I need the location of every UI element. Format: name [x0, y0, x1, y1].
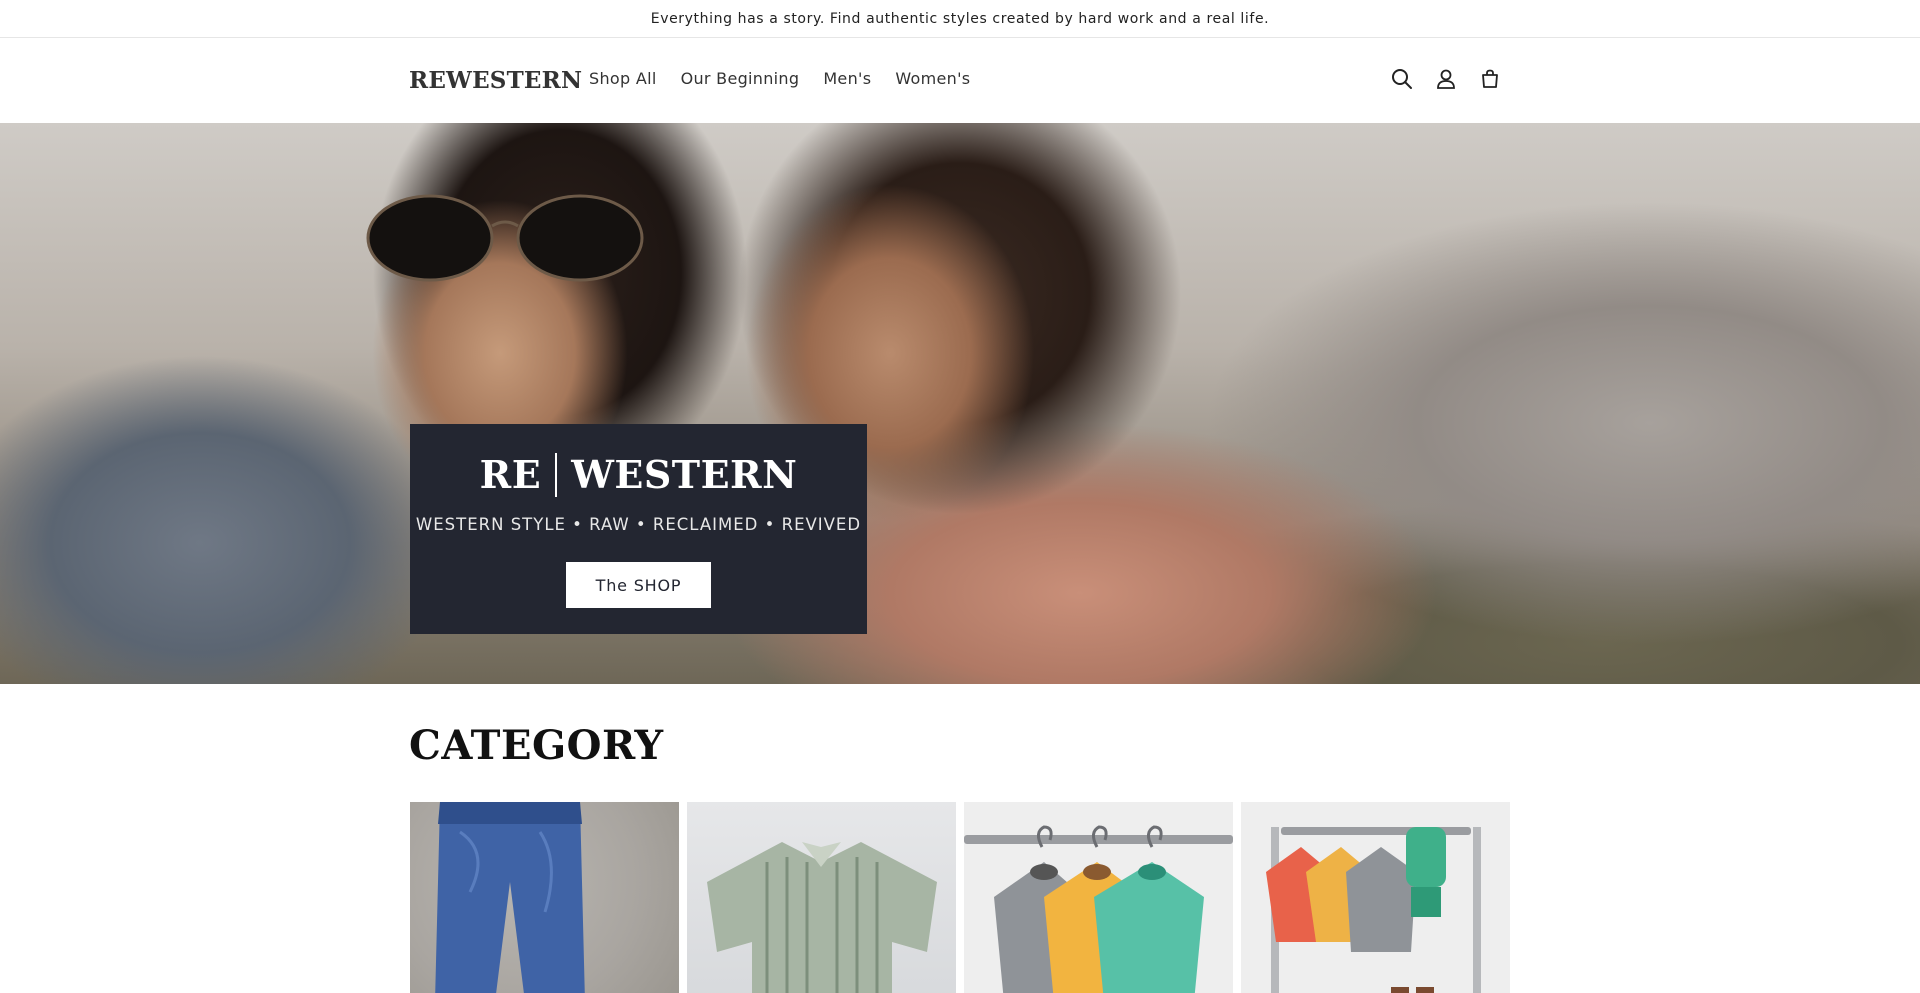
category-heading: CATEGORY — [409, 722, 664, 769]
account-icon[interactable] — [1434, 67, 1458, 91]
category-cards — [410, 802, 1510, 993]
hero-title-right: WESTERN — [571, 452, 798, 497]
hero-title: RE WESTERN — [410, 452, 867, 497]
announcement-bar: Everything has a story. Find authentic s… — [0, 0, 1920, 38]
category-card-sweaters[interactable] — [964, 802, 1233, 993]
announcement-text: Everything has a story. Find authentic s… — [650, 10, 1270, 27]
main-nav: Shop All Our Beginning Men's Women's — [577, 69, 982, 88]
hero-title-divider — [555, 452, 558, 497]
nav-womens[interactable]: Women's — [883, 69, 982, 88]
nav-mens[interactable]: Men's — [811, 69, 883, 88]
search-icon[interactable] — [1390, 67, 1414, 91]
hanging-sweaters-illustration — [964, 825, 1233, 993]
hero-text-box: RE WESTERN WESTERN STYLE • RAW • RECLAIM… — [410, 424, 867, 634]
site-header: REWESTERN Shop All Our Beginning Men's W… — [0, 39, 1920, 123]
category-card-denim[interactable] — [410, 802, 679, 993]
striped-shirt-image — [707, 842, 937, 993]
hero-banner: RE WESTERN WESTERN STYLE • RAW • RECLAIM… — [0, 123, 1920, 684]
site-logo[interactable]: REWESTERN — [409, 67, 582, 94]
header-icons — [1390, 67, 1502, 91]
hero-title-left: RE — [479, 452, 542, 497]
cart-icon[interactable] — [1478, 67, 1502, 91]
denim-jeans-image — [435, 802, 585, 993]
nav-our-beginning[interactable]: Our Beginning — [669, 69, 812, 88]
category-card-shirt[interactable] — [687, 802, 956, 993]
hero-photo-decor — [366, 194, 644, 282]
category-card-rack[interactable] — [1241, 802, 1510, 993]
hero-subtitle: WESTERN STYLE • RAW • RECLAIMED • REVIVE… — [415, 515, 862, 534]
clothing-rack-illustration — [1266, 827, 1481, 993]
nav-shop-all[interactable]: Shop All — [577, 69, 669, 88]
shop-button[interactable]: The SHOP — [566, 562, 711, 608]
